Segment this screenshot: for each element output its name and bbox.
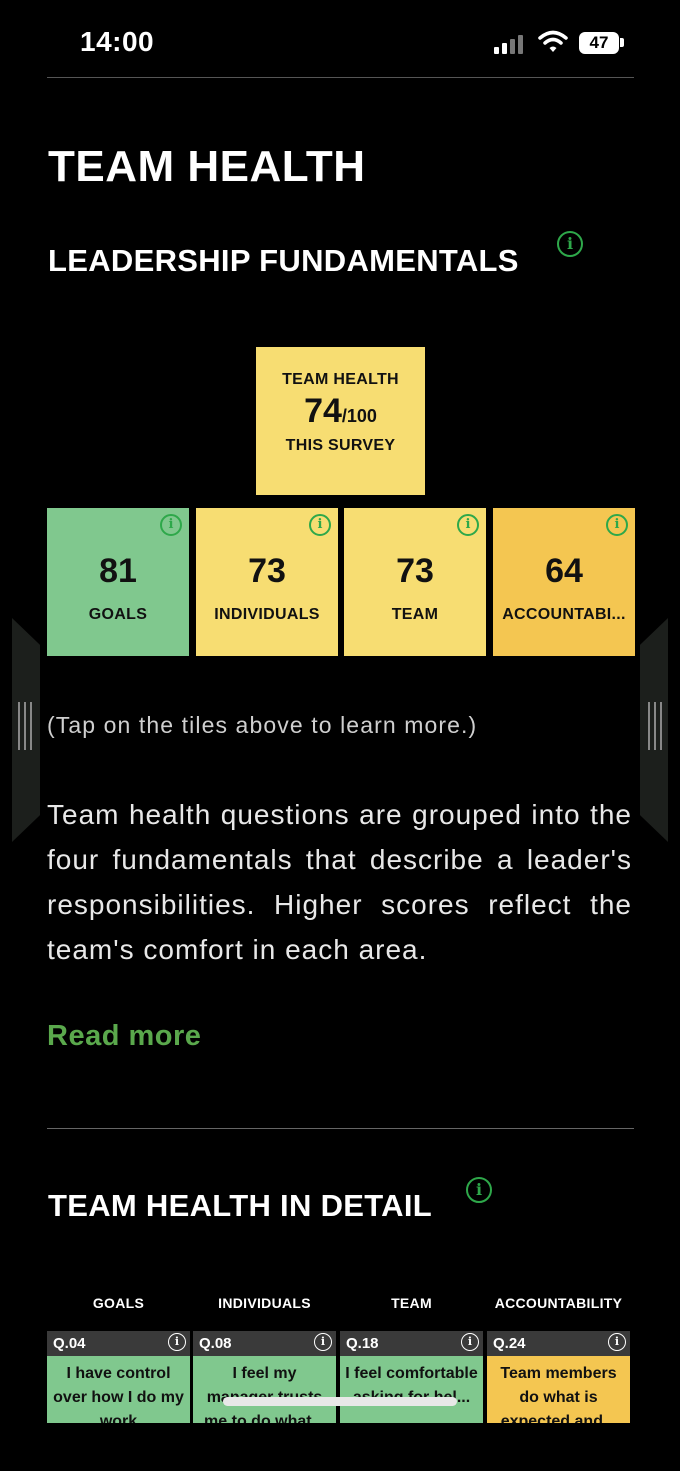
divider (47, 1128, 634, 1129)
column-header-accountability: ACCOUNTABILITY (494, 1295, 623, 1311)
info-icon[interactable]: i (606, 514, 628, 536)
question-card[interactable]: Q.04 i I have control over how I do my wo… (47, 1331, 190, 1423)
section-title-fundamentals: LEADERSHIP FUNDAMENTALS (48, 243, 519, 278)
question-text: Team members do what is expected and... (487, 1356, 630, 1423)
tile-score: 73 (248, 552, 286, 590)
question-text: I feel comfortable asking for hel... (340, 1356, 483, 1423)
tap-hint: (Tap on the tiles above to learn more.) (47, 712, 478, 738)
grip-icon (648, 702, 664, 750)
question-id: Q.18 (346, 1335, 379, 1352)
section-title-detail: TEAM HEALTH IN DETAIL (48, 1188, 433, 1223)
cellular-signal-icon (494, 34, 528, 54)
divider (47, 77, 634, 78)
question-header: Q.24 i (487, 1331, 630, 1356)
question-card[interactable]: Q.18 i I feel comfortable asking for hel.… (340, 1331, 483, 1423)
tile-goals[interactable]: i 81 GOALS (47, 508, 189, 656)
summary-denominator: /100 (341, 406, 377, 426)
column-header-goals: GOALS (92, 1295, 145, 1311)
question-id: Q.24 (493, 1335, 526, 1352)
info-icon[interactable]: i (608, 1333, 626, 1351)
tile-label: INDIVIDUALS (214, 606, 320, 623)
summary-label-bottom: THIS SURVEY (285, 437, 396, 454)
column-header-individuals: INDIVIDUALS (218, 1295, 311, 1311)
info-icon[interactable]: i (309, 514, 331, 536)
battery-nub (620, 38, 624, 47)
read-more-link[interactable]: Read more (47, 1020, 201, 1053)
tile-label: TEAM (391, 606, 439, 623)
question-text: I feel my manager trusts me to do what..… (193, 1356, 336, 1423)
info-icon[interactable]: i (557, 231, 583, 257)
question-id: Q.08 (199, 1335, 232, 1352)
tile-accountability[interactable]: i 64 ACCOUNTABI... (493, 508, 635, 656)
description-paragraph: Team health questions are grouped into t… (47, 799, 632, 965)
status-time: 14:00 (80, 26, 155, 57)
question-id: Q.04 (53, 1335, 86, 1352)
tile-label: GOALS (88, 606, 148, 623)
team-health-summary-tile[interactable]: TEAM HEALTH 74/100 THIS SURVEY (256, 347, 425, 495)
info-icon[interactable]: i (168, 1333, 186, 1351)
summary-score: 74 (304, 392, 342, 430)
tile-team[interactable]: i 73 TEAM (344, 508, 486, 656)
question-card[interactable]: Q.08 i I feel my manager trusts me to do … (193, 1331, 336, 1423)
tile-score: 73 (396, 552, 434, 590)
question-header: Q.08 i (193, 1331, 336, 1356)
question-header: Q.04 i (47, 1331, 190, 1356)
summary-label-top: TEAM HEALTH (282, 371, 399, 388)
info-icon[interactable]: i (461, 1333, 479, 1351)
tile-label: ACCOUNTABI... (502, 606, 626, 623)
battery-icon: 47 (579, 32, 619, 54)
info-icon[interactable]: i (457, 514, 479, 536)
info-icon[interactable]: i (466, 1177, 492, 1203)
summary-score-row: 74/100 (256, 392, 425, 431)
info-icon[interactable]: i (160, 514, 182, 536)
home-indicator[interactable] (223, 1397, 457, 1406)
tile-score: 81 (99, 552, 137, 590)
column-header-team: TEAM (391, 1295, 432, 1311)
question-text: I have control over how I do my work (47, 1356, 190, 1423)
question-header: Q.18 i (340, 1331, 483, 1356)
grip-icon (18, 702, 34, 750)
tile-score: 64 (545, 552, 583, 590)
info-icon[interactable]: i (314, 1333, 332, 1351)
tile-individuals[interactable]: i 73 INDIVIDUALS (196, 508, 338, 656)
wifi-icon (538, 30, 568, 54)
question-card[interactable]: Q.24 i Team members do what is expected a… (487, 1331, 630, 1423)
page-title: TEAM HEALTH (48, 142, 366, 191)
